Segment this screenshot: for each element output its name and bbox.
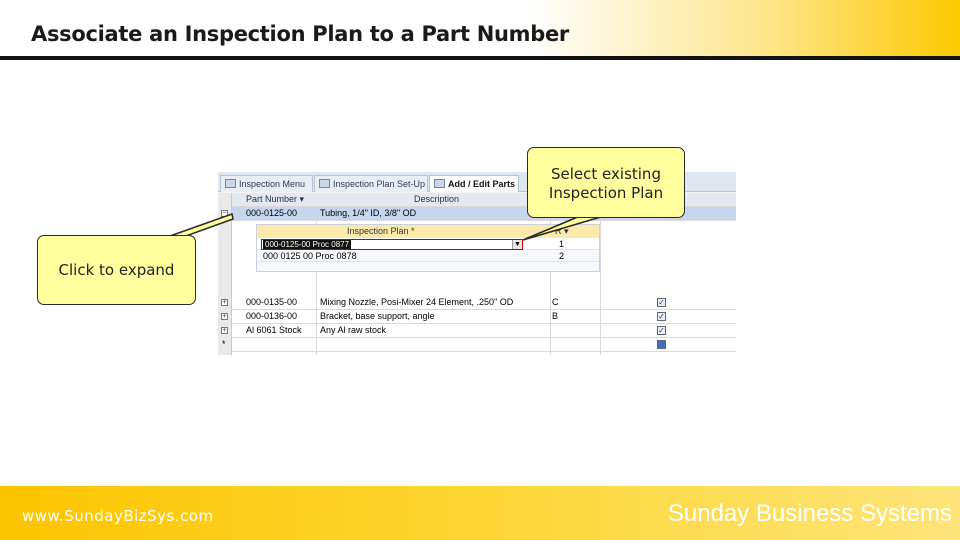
part-number-cell[interactable]: 000-0135-00	[246, 297, 297, 307]
description-cell[interactable]: Any Al raw stock	[320, 325, 386, 335]
new-record-marker: *	[222, 339, 226, 349]
column-header-description[interactable]: Description	[414, 194, 459, 204]
callout-text-line2: Inspection Plan	[548, 184, 664, 202]
rev-cell[interactable]: B	[552, 311, 558, 321]
form-icon	[319, 179, 330, 188]
new-record-row[interactable]: *	[222, 338, 736, 352]
inspection-plan-subdatasheet: Inspection Plan * R ▾ 000-0125-00 Proc 0…	[256, 224, 600, 272]
footer-website-link[interactable]: www.SundayBizSys.com	[22, 507, 214, 525]
active-checkbox[interactable]	[657, 340, 666, 349]
tab-inspection-plan-setup[interactable]: Inspection Plan Set-Up	[314, 175, 428, 192]
callout-click-to-expand: Click to expand	[37, 235, 196, 305]
slide-title: Associate an Inspection Plan to a Part N…	[31, 22, 569, 46]
part-number-cell[interactable]: 000-0136-00	[246, 311, 297, 321]
part-number-cell[interactable]: 000-0125-00	[246, 208, 297, 218]
seq-cell[interactable]: 2	[559, 251, 564, 261]
description-cell[interactable]: Tubing, 1/4" ID, 3/8" OD	[320, 208, 416, 218]
collapse-icon[interactable]: −	[221, 210, 228, 217]
footer-company-name: Sunday Business Systems	[667, 500, 952, 527]
combo-value: 000-0125-00 Proc 0877	[263, 240, 352, 249]
subdatasheet-row[interactable]: 000 0125 00 Proc 0878 2	[257, 250, 599, 262]
plan-cell[interactable]: 000 0125 00 Proc 0878	[263, 251, 357, 261]
column-header-inspection-plan[interactable]: Inspection Plan *	[347, 226, 415, 236]
subdatasheet-row-active[interactable]: 000-0125-00 Proc 0877 ▼ 1	[257, 238, 599, 250]
active-checkbox[interactable]: ✓	[657, 312, 666, 321]
tab-label: Inspection Menu	[239, 179, 306, 189]
tab-add-edit-parts[interactable]: Add / Edit Parts	[429, 175, 519, 192]
column-header-part-number[interactable]: Part Number ▾	[246, 194, 304, 205]
seq-cell[interactable]: 1	[559, 239, 564, 249]
description-cell[interactable]: Mixing Nozzle, Posi-Mixer 24 Element, .2…	[320, 297, 513, 307]
expand-icon[interactable]: +	[221, 299, 228, 306]
active-checkbox[interactable]: ✓	[657, 326, 666, 335]
inspection-plan-combo[interactable]: 000-0125-00 Proc 0877 ▼	[261, 239, 523, 250]
tab-label: Add / Edit Parts	[448, 179, 516, 189]
tab-inspection-menu[interactable]: Inspection Menu	[220, 175, 313, 192]
form-icon	[225, 179, 236, 188]
callout-select-inspection-plan: Select existing Inspection Plan	[527, 147, 685, 218]
tab-label: Inspection Plan Set-Up	[333, 179, 426, 189]
subdatasheet-header: Inspection Plan * R ▾	[257, 225, 599, 238]
part-number-cell[interactable]: Al 6061 Stock	[246, 325, 302, 335]
rev-cell[interactable]: C	[552, 297, 559, 307]
form-icon	[434, 179, 445, 188]
table-row[interactable]: + 000-0135-00 Mixing Nozzle, Posi-Mixer …	[221, 296, 736, 310]
dropdown-arrow-icon[interactable]: ▼	[512, 240, 522, 249]
description-cell[interactable]: Bracket, base support, angle	[320, 311, 435, 321]
callout-text-line1: Select existing	[551, 165, 661, 183]
header-divider	[0, 56, 960, 60]
column-header-seq[interactable]: R ▾	[555, 226, 569, 237]
active-checkbox[interactable]: ✓	[657, 298, 666, 307]
expand-icon[interactable]: +	[221, 313, 228, 320]
table-row[interactable]: + 000-0136-00 Bracket, base support, ang…	[221, 310, 736, 324]
callout-text: Click to expand	[58, 261, 175, 279]
expand-icon[interactable]: +	[221, 327, 228, 334]
table-row[interactable]: + Al 6061 Stock Any Al raw stock ✓	[221, 324, 736, 338]
